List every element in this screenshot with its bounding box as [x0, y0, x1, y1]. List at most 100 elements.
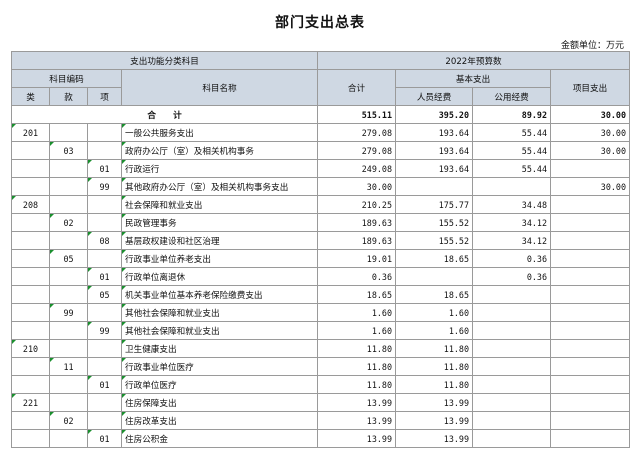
xiang-cell: 01	[87, 429, 122, 448]
public-cell	[472, 285, 552, 304]
table-row: 201 一般公共服务支出 279.08 193.64 55.44 30.00	[11, 123, 631, 142]
personnel-cell: 13.99	[395, 411, 474, 430]
personnel-cell: 11.80	[395, 339, 474, 358]
public-cell: 55.44	[472, 141, 552, 160]
table-row: 99 其他社会保障和就业支出 1.60 1.60	[11, 321, 631, 340]
public-cell	[472, 411, 552, 430]
project-cell: 30.00	[550, 105, 631, 124]
public-cell	[472, 177, 552, 196]
kuan-cell	[49, 393, 88, 412]
subject-name-cell: 其他政府办公厅（室）及相关机构事务支出	[120, 177, 319, 196]
personnel-cell: 18.65	[395, 249, 474, 268]
unit-label: 金额单位：万元	[560, 41, 624, 51]
table-row: 208 社会保障和就业支出 210.25 175.77 34.48	[11, 195, 631, 214]
subject-name-cell: 行政运行	[120, 159, 319, 178]
table-row: 99 其他政府办公厅（室）及相关机构事务支出 30.00 30.00	[11, 177, 631, 196]
project-cell	[550, 429, 631, 448]
public-cell	[472, 303, 552, 322]
lei-cell	[11, 177, 50, 196]
total-cell: 249.08	[317, 159, 397, 178]
subject-name-cell: 基层政权建设和社区治理	[120, 231, 319, 250]
personnel-cell: 175.77	[395, 195, 474, 214]
xiang-cell	[87, 411, 122, 430]
personnel-cell: 1.60	[395, 303, 474, 322]
kuan-cell: 05	[49, 249, 88, 268]
header-total: 合计	[317, 69, 397, 106]
header-lei: 类	[11, 87, 50, 106]
total-cell: 13.99	[317, 393, 397, 412]
lei-cell	[11, 249, 50, 268]
kuan-cell	[49, 195, 88, 214]
subject-name-cell: 一般公共服务支出	[120, 123, 319, 142]
public-cell	[472, 321, 552, 340]
project-cell: 30.00	[550, 123, 631, 142]
header-func-class: 支出功能分类科目	[10, 51, 319, 70]
personnel-cell: 18.65	[395, 285, 474, 304]
subject-name-cell: 行政事业单位医疗	[120, 357, 319, 376]
total-cell: 13.99	[317, 411, 397, 430]
personnel-cell: 13.99	[395, 393, 474, 412]
project-cell	[550, 357, 631, 376]
project-cell	[550, 231, 631, 250]
table-row: 08 基层政权建设和社区治理 189.63 155.52 34.12	[11, 231, 631, 250]
xiang-cell: 01	[87, 159, 122, 178]
total-row: 合 计 515.11 395.20 89.92 30.00	[10, 105, 631, 124]
project-cell: 30.00	[550, 141, 631, 160]
lei-cell	[11, 321, 50, 340]
public-cell	[472, 429, 552, 448]
personnel-cell: 395.20	[395, 105, 474, 124]
total-cell: 13.99	[317, 429, 397, 448]
total-cell: 189.63	[317, 213, 397, 232]
subject-name-cell: 卫生健康支出	[120, 339, 319, 358]
public-cell: 89.92	[472, 105, 552, 124]
xiang-cell	[87, 393, 122, 412]
project-cell	[550, 267, 631, 286]
table-row: 05 机关事业单位基本养老保险缴费支出 18.65 18.65	[11, 285, 631, 304]
lei-cell	[11, 213, 50, 232]
lei-cell	[11, 303, 50, 322]
table-row: 02 住房改革支出 13.99 13.99	[11, 411, 631, 430]
table-row: 01 行政单位离退休 0.36 0.36	[11, 267, 631, 286]
table-row: 99 其他社会保障和就业支出 1.60 1.60	[11, 303, 631, 322]
personnel-cell: 11.80	[395, 375, 474, 394]
total-cell: 19.01	[317, 249, 397, 268]
subject-name-cell: 社会保障和就业支出	[120, 195, 319, 214]
header-kuan: 款	[49, 87, 88, 106]
kuan-cell: 02	[49, 411, 88, 430]
subject-name-cell: 行政事业单位养老支出	[120, 249, 319, 268]
project-cell	[550, 285, 631, 304]
lei-cell	[11, 159, 50, 178]
table-row: 01 行政单位医疗 11.80 11.80	[11, 375, 631, 394]
table-row: 02 民政管理事务 189.63 155.52 34.12	[11, 213, 631, 232]
personnel-cell: 193.64	[395, 123, 474, 142]
total-cell: 279.08	[317, 141, 397, 160]
xiang-cell: 01	[87, 375, 122, 394]
lei-cell	[11, 357, 50, 376]
total-cell: 0.36	[317, 267, 397, 286]
lei-cell	[11, 285, 50, 304]
project-cell	[550, 195, 631, 214]
header-public: 公用经费	[472, 87, 552, 106]
public-cell	[472, 393, 552, 412]
public-cell	[472, 339, 552, 358]
xiang-cell	[87, 213, 122, 232]
total-cell: 279.08	[317, 123, 397, 142]
subject-name-cell: 其他社会保障和就业支出	[120, 321, 319, 340]
table-row: 05 行政事业单位养老支出 19.01 18.65 0.36	[11, 249, 631, 268]
header-personnel: 人员经费	[395, 87, 474, 106]
subject-name-cell: 政府办公厅（室）及相关机构事务	[120, 141, 319, 160]
table-body: 合 计 515.11 395.20 89.92 30.00 201 一般公共服务支…	[10, 105, 631, 448]
project-cell	[550, 213, 631, 232]
subject-name-cell: 民政管理事务	[120, 213, 319, 232]
project-cell	[550, 339, 631, 358]
lei-cell	[11, 231, 50, 250]
subject-name-cell: 其他社会保障和就业支出	[120, 303, 319, 322]
xiang-cell	[87, 249, 122, 268]
kuan-cell	[49, 375, 88, 394]
kuan-cell: 99	[49, 303, 88, 322]
personnel-cell: 193.64	[395, 141, 474, 160]
personnel-cell: 13.99	[395, 429, 474, 448]
xiang-cell: 01	[87, 267, 122, 286]
kuan-cell	[49, 123, 88, 142]
lei-cell	[11, 411, 50, 430]
